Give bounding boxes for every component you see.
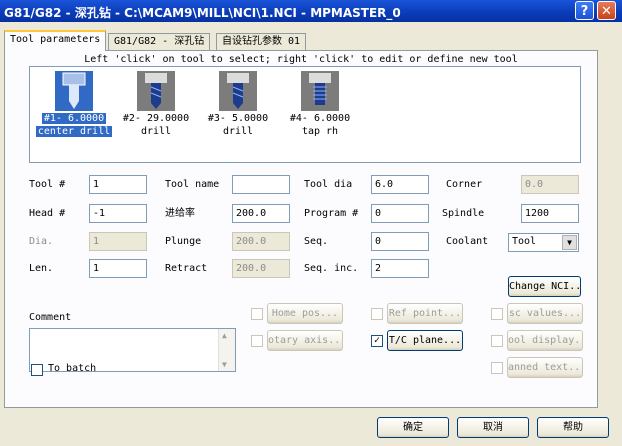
coolant-label: Coolant — [446, 236, 489, 247]
program-number-input[interactable]: 0 — [371, 204, 429, 223]
tool-item-2-type: drill — [140, 126, 172, 137]
seq-inc-input[interactable]: 2 — [371, 259, 429, 278]
corner-input: 0.0 — [521, 175, 579, 194]
tool-item-3-type: drill — [222, 126, 254, 137]
dia-input: 1 — [89, 232, 147, 251]
comment-scrollbar[interactable]: ▲ ▼ — [218, 329, 235, 371]
retract-input: 200.0 — [232, 259, 290, 278]
scroll-down-icon[interactable]: ▼ — [222, 360, 227, 369]
chevron-down-icon[interactable]: ▼ — [562, 235, 577, 250]
tool-display-button[interactable]: ool display... — [507, 330, 583, 351]
head-number-label: Head # — [29, 208, 66, 219]
help-dialog-button[interactable]: 帮助 — [537, 417, 609, 438]
ref-point-button[interactable]: Ref point... — [387, 303, 463, 324]
tc-plane-checkbox[interactable]: ✓ — [371, 335, 383, 347]
to-batch-checkbox[interactable] — [31, 364, 43, 376]
seq-label: Seq. — [304, 236, 329, 247]
tool-list-hint: Left 'click' on tool to select; right 'c… — [84, 54, 518, 65]
spindle-input[interactable]: 1200 — [521, 204, 579, 223]
tab-g81-g82[interactable]: G81/G82 - 深孔钻 — [108, 33, 211, 50]
corner-label: Corner — [446, 179, 483, 190]
tool-item-1-type: center drill — [35, 126, 113, 137]
tool-number-label: Tool # — [29, 179, 66, 190]
dialog: Tool parameters G81/G82 - 深孔钻 自设钻孔参数 01 … — [0, 22, 622, 446]
cancel-button[interactable]: 取消 — [457, 417, 529, 438]
comment-label: Comment — [29, 312, 72, 323]
canned-text-checkbox[interactable] — [491, 362, 503, 374]
ok-button[interactable]: 确定 — [377, 417, 449, 438]
tool-number-input[interactable]: 1 — [89, 175, 147, 194]
dia-label: Dia. — [29, 236, 54, 247]
tool-item-2[interactable]: #2- 29.0000 drill — [116, 71, 196, 137]
misc-values-checkbox[interactable] — [491, 308, 503, 320]
tool-item-3-size: #3- 5.0000 — [207, 113, 269, 124]
tool-item-3[interactable]: #3- 5.0000 drill — [198, 71, 278, 137]
tool-name-label: Tool name — [165, 179, 220, 190]
feed-rate-input[interactable]: 200.0 — [232, 204, 290, 223]
center-drill-icon — [55, 71, 93, 111]
home-pos-checkbox[interactable] — [251, 308, 263, 320]
change-nci-button[interactable]: Change NCI... — [508, 276, 581, 297]
title-bar: G81/G82 - 深孔钻 - C:\MCAM9\MILL\NCI\1.NCI … — [0, 0, 622, 22]
feed-rate-label: 进给率 — [165, 208, 195, 219]
ref-point-checkbox[interactable] — [371, 308, 383, 320]
tool-list[interactable]: #1- 6.0000 center drill #2- 29.0000 dril… — [29, 66, 581, 163]
rotary-axis-button[interactable]: otary axis... — [267, 330, 343, 351]
len-label: Len. — [29, 263, 54, 274]
to-batch-label: To batch — [48, 363, 97, 374]
canned-text-button[interactable]: anned text... — [507, 357, 583, 378]
drill-icon — [137, 71, 175, 111]
head-number-input[interactable]: -1 — [89, 204, 147, 223]
home-pos-button[interactable]: Home pos... — [267, 303, 343, 324]
drill-icon — [219, 71, 257, 111]
plunge-input: 200.0 — [232, 232, 290, 251]
help-button[interactable]: ? — [575, 1, 594, 20]
seq-inc-label: Seq. inc. — [304, 263, 359, 274]
scroll-up-icon[interactable]: ▲ — [222, 331, 227, 340]
spindle-label: Spindle — [442, 208, 485, 219]
tool-item-4-type: tap rh — [301, 126, 339, 137]
len-input[interactable]: 1 — [89, 259, 147, 278]
rotary-axis-checkbox[interactable] — [251, 335, 263, 347]
tool-parameters-panel: Left 'click' on tool to select; right 'c… — [4, 50, 598, 408]
tap-icon — [301, 71, 339, 111]
seq-input[interactable]: 0 — [371, 232, 429, 251]
coolant-selected-value: Tool — [512, 236, 537, 247]
misc-values-button[interactable]: sc values... — [507, 303, 583, 324]
tool-item-4[interactable]: #4- 6.0000 tap rh — [280, 71, 360, 137]
program-number-label: Program # — [304, 208, 359, 219]
tool-dia-input[interactable]: 6.0 — [371, 175, 429, 194]
retract-label: Retract — [165, 263, 208, 274]
coolant-select[interactable]: Tool ▼ — [508, 233, 579, 252]
tc-plane-button[interactable]: T/C plane... — [387, 330, 463, 351]
tool-name-input[interactable] — [232, 175, 290, 194]
tool-item-4-size: #4- 6.0000 — [289, 113, 351, 124]
tool-item-1[interactable]: #1- 6.0000 center drill — [34, 71, 114, 137]
tool-item-2-size: #2- 29.0000 — [122, 113, 190, 124]
window-title: G81/G82 - 深孔钻 - C:\MCAM9\MILL\NCI\1.NCI … — [4, 6, 401, 20]
plunge-label: Plunge — [165, 236, 202, 247]
close-button[interactable]: ✕ — [597, 1, 616, 20]
tab-tool-parameters[interactable]: Tool parameters — [4, 30, 107, 51]
tool-dia-label: Tool dia — [304, 179, 353, 190]
tool-display-checkbox[interactable] — [491, 335, 503, 347]
tab-custom-drill-params[interactable]: 自设钻孔参数 01 — [216, 33, 307, 50]
tool-item-1-size: #1- 6.0000 — [41, 113, 107, 124]
